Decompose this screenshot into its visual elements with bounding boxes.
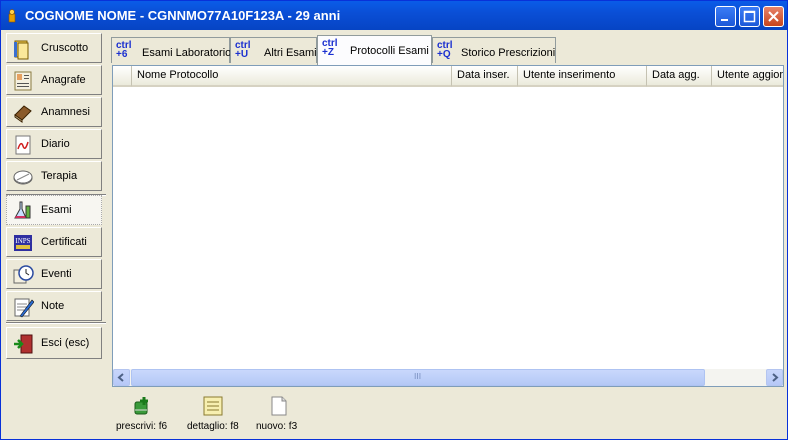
tab-altri-esami[interactable]: ctrl +U Altri Esami	[230, 37, 317, 63]
chevron-right-icon	[772, 373, 779, 382]
sidebar-item-note[interactable]: Note	[6, 291, 102, 321]
exit-door-icon	[14, 334, 33, 354]
registry-icon	[14, 71, 32, 91]
protocols-grid[interactable]: Nome Protocollo Data inser. Utente inser…	[112, 65, 784, 387]
title-bar[interactable]: COGNOME NOME - CGNNMO77A10F123A - 29 ann…	[1, 1, 787, 30]
sidebar: Cruscotto Anagrafe Anamnesi Diario Terap…	[6, 33, 106, 433]
sidebar-item-label: Esami	[41, 204, 72, 216]
sidebar-item-terapia[interactable]: Terapia	[6, 161, 102, 191]
column-header[interactable]: Data inser.	[452, 66, 518, 87]
tab-label: Esami Laboratorio	[142, 47, 232, 59]
maximize-icon	[743, 10, 756, 23]
main-window: COGNOME NOME - CGNNMO77A10F123A - 29 ann…	[0, 0, 788, 440]
history-book-icon	[14, 105, 32, 123]
close-icon	[768, 11, 779, 22]
exit-button-label: Esci (esc)	[41, 337, 90, 349]
sidebar-item-label: Terapia	[41, 170, 78, 182]
sidebar-item-eventi[interactable]: Eventi	[6, 259, 102, 289]
sidebar-item-label: Certificati	[41, 236, 87, 248]
certificate-icon: INPS	[14, 235, 32, 251]
scroll-thumb[interactable]: III	[131, 369, 705, 386]
tab-shortcut: ctrl +6	[116, 40, 132, 60]
detail-icon	[203, 396, 223, 416]
prescribe-icon	[134, 397, 148, 415]
grid-header: Nome Protocollo Data inser. Utente inser…	[113, 66, 783, 87]
sidebar-item-label: Anamnesi	[41, 106, 90, 118]
detail-label: dettaglio: f8	[187, 421, 239, 432]
detail-button[interactable]: dettaglio: f8	[184, 395, 246, 435]
sidebar-item-esami[interactable]: Esami	[6, 195, 102, 225]
scroll-grip: III	[414, 372, 422, 381]
sidebar-item-label: Diario	[41, 138, 70, 150]
app-icon	[8, 9, 16, 23]
tab-esami-laboratorio[interactable]: ctrl +6 Esami Laboratorio	[111, 37, 232, 63]
tab-label: Storico Prescrizioni	[461, 47, 556, 59]
sidebar-item-label: Note	[41, 300, 65, 312]
scroll-left-button[interactable]	[113, 369, 130, 386]
tab-shortcut: ctrl +Q	[437, 40, 453, 60]
close-button[interactable]	[763, 6, 784, 27]
pill-icon	[13, 170, 33, 185]
tab-protocolli-esami[interactable]: ctrl +Z Protocolli Esami	[317, 35, 432, 65]
clock-icon	[13, 265, 34, 284]
exit-button[interactable]: Esci (esc)	[6, 327, 102, 359]
sidebar-item-diario[interactable]: Diario	[6, 129, 102, 159]
column-header[interactable]: Data agg.	[647, 66, 712, 87]
sidebar-item-anagrafe[interactable]: Anagrafe	[6, 65, 102, 95]
tab-label: Protocolli Esami	[350, 45, 429, 57]
sidebar-divider	[6, 322, 106, 324]
prescribe-button[interactable]: prescrivi: f6	[114, 395, 176, 435]
tab-label: Altri Esami	[264, 47, 317, 59]
tab-storico-prescrizioni[interactable]: ctrl +Q Storico Prescrizioni	[432, 37, 556, 63]
sidebar-item-certificati[interactable]: INPS Certificati	[6, 227, 102, 257]
horizontal-scrollbar[interactable]: III	[113, 369, 783, 386]
scroll-right-button[interactable]	[766, 369, 783, 386]
note-pencil-icon	[14, 298, 34, 318]
svg-text:INPS: INPS	[15, 237, 30, 245]
sidebar-item-anamnesi[interactable]: Anamnesi	[6, 97, 102, 127]
dashboard-book-icon	[14, 40, 29, 60]
maximize-button[interactable]	[739, 6, 760, 27]
minimize-button[interactable]	[715, 6, 736, 27]
column-header[interactable]: Utente inserimento	[518, 66, 647, 87]
sidebar-item-label: Eventi	[41, 268, 72, 280]
window-title: COGNOME NOME - CGNNMO77A10F123A - 29 ann…	[25, 8, 341, 23]
sidebar-item-label: Anagrafe	[41, 74, 86, 86]
sidebar-item-label: Cruscotto	[41, 42, 89, 54]
new-label: nuovo: f3	[256, 421, 298, 432]
chevron-left-icon	[117, 373, 124, 382]
new-document-icon	[271, 396, 287, 416]
minimize-icon	[721, 19, 728, 21]
new-button[interactable]: nuovo: f3	[253, 395, 309, 435]
tab-shortcut: ctrl +Z	[322, 38, 338, 58]
prescribe-label: prescrivi: f6	[116, 421, 168, 432]
sidebar-item-cruscotto[interactable]: Cruscotto	[6, 33, 102, 63]
tab-shortcut: ctrl +U	[235, 40, 251, 60]
lab-flask-icon	[14, 201, 31, 219]
row-indicator-header	[113, 66, 132, 87]
column-header[interactable]: Utente aggior	[712, 66, 783, 87]
column-header[interactable]: Nome Protocollo	[132, 66, 452, 87]
diary-icon	[15, 135, 31, 155]
